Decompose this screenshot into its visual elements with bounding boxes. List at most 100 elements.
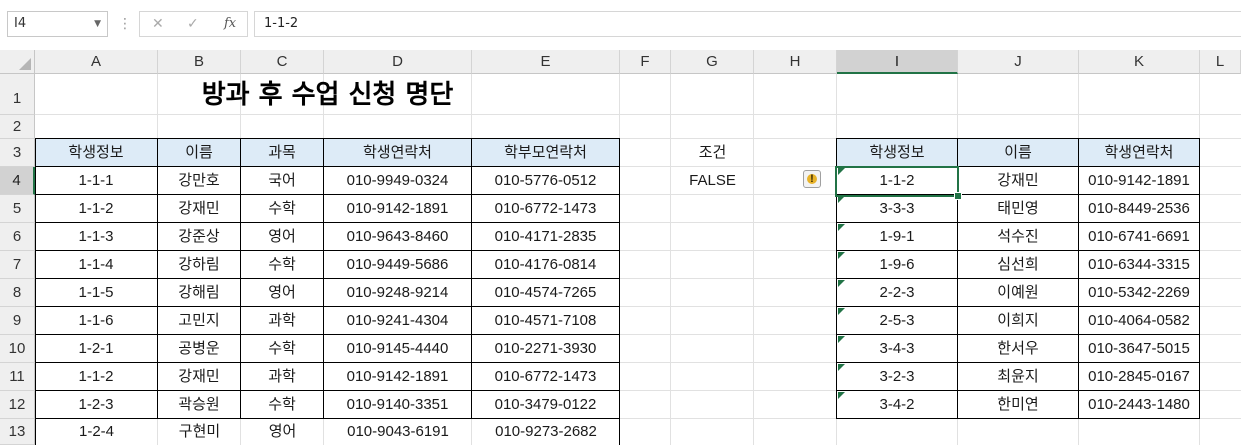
row-header-1[interactable]: 1	[0, 74, 35, 115]
main-table-cell[interactable]: 강해림	[158, 279, 241, 307]
main-table-cell[interactable]: 1-1-3	[35, 223, 158, 251]
column-header-a[interactable]: A	[35, 50, 158, 74]
main-table-cell[interactable]: 010-5776-0512	[472, 167, 620, 195]
main-table-cell[interactable]: 강준상	[158, 223, 241, 251]
formula-input[interactable]: 1-1-2	[254, 11, 1241, 37]
main-table-cell[interactable]: 010-9140-3351	[324, 391, 472, 419]
main-table-cell[interactable]: 수학	[241, 195, 324, 223]
result-table-cell[interactable]: 3-4-2	[837, 391, 958, 419]
main-table-cell[interactable]: 010-9949-0324	[324, 167, 472, 195]
main-table-cell[interactable]: 과학	[241, 363, 324, 391]
row-header-11[interactable]: 11	[0, 363, 35, 391]
main-table-cell[interactable]: 수학	[241, 251, 324, 279]
row-header-10[interactable]: 10	[0, 335, 35, 363]
warning-icon[interactable]: !	[803, 170, 821, 188]
main-table-header[interactable]: 학생정보	[35, 139, 158, 167]
result-table-header[interactable]: 이름	[958, 139, 1079, 167]
column-header-k[interactable]: K	[1079, 50, 1200, 74]
result-table-cell[interactable]: 1-9-1	[837, 223, 958, 251]
main-table-cell[interactable]: 곽승원	[158, 391, 241, 419]
main-table-cell[interactable]: 010-4176-0814	[472, 251, 620, 279]
main-table-cell[interactable]: 010-6772-1473	[472, 195, 620, 223]
main-table-cell[interactable]: 010-9145-4440	[324, 335, 472, 363]
result-table-cell[interactable]: 석수진	[958, 223, 1079, 251]
main-table-cell[interactable]: 010-3479-0122	[472, 391, 620, 419]
select-all-button[interactable]	[0, 50, 35, 74]
main-table-header[interactable]: 과목	[241, 139, 324, 167]
error-indicator-icon[interactable]	[838, 392, 845, 399]
error-indicator-icon[interactable]	[838, 252, 845, 259]
main-table-cell[interactable]: 010-6772-1473	[472, 363, 620, 391]
main-table-cell[interactable]: 010-9273-2682	[472, 419, 620, 445]
error-indicator-icon[interactable]	[838, 196, 845, 203]
error-indicator-icon[interactable]	[838, 308, 845, 315]
result-table-cell[interactable]: 2-5-3	[837, 307, 958, 335]
result-table-cell[interactable]: 010-2845-0167	[1079, 363, 1200, 391]
main-table-cell[interactable]: 010-9248-9214	[324, 279, 472, 307]
main-table-cell[interactable]: 강재민	[158, 195, 241, 223]
main-table-cell[interactable]: 1-2-1	[35, 335, 158, 363]
main-table-cell[interactable]: 010-9643-8460	[324, 223, 472, 251]
condition-label[interactable]: 조건	[671, 139, 754, 167]
main-table-cell[interactable]: 1-1-1	[35, 167, 158, 195]
main-table-cell[interactable]: 구현미	[158, 419, 241, 445]
main-table-cell[interactable]: 1-2-4	[35, 419, 158, 445]
result-table-cell[interactable]: 010-4064-0582	[1079, 307, 1200, 335]
column-header-d[interactable]: D	[324, 50, 472, 74]
result-table-cell[interactable]: 3-2-3	[837, 363, 958, 391]
result-table-cell[interactable]: 010-6741-6691	[1079, 223, 1200, 251]
row-header-4[interactable]: 4	[0, 167, 35, 195]
main-table-cell[interactable]: 영어	[241, 223, 324, 251]
result-table-cell[interactable]: 010-2443-1480	[1079, 391, 1200, 419]
active-cell-selection[interactable]	[835, 166, 959, 197]
result-table-cell[interactable]: 이예원	[958, 279, 1079, 307]
main-table-cell[interactable]: 010-9142-1891	[324, 363, 472, 391]
column-header-f[interactable]: F	[620, 50, 671, 74]
main-table-cell[interactable]: 수학	[241, 391, 324, 419]
result-table-cell[interactable]: 2-2-3	[837, 279, 958, 307]
insert-function-icon[interactable]: fx	[224, 12, 236, 36]
row-header-2[interactable]: 2	[0, 115, 35, 139]
result-table-cell[interactable]: 한미연	[958, 391, 1079, 419]
result-table-cell[interactable]: 태민영	[958, 195, 1079, 223]
column-header-l[interactable]: L	[1200, 50, 1241, 74]
main-table-cell[interactable]: 1-1-4	[35, 251, 158, 279]
main-table-cell[interactable]: 010-9142-1891	[324, 195, 472, 223]
result-table-cell[interactable]: 이희지	[958, 307, 1079, 335]
main-table-cell[interactable]: 국어	[241, 167, 324, 195]
main-table-cell[interactable]: 010-4571-7108	[472, 307, 620, 335]
result-table-cell[interactable]: 1-9-6	[837, 251, 958, 279]
row-header-5[interactable]: 5	[0, 195, 35, 223]
main-table-cell[interactable]: 영어	[241, 279, 324, 307]
result-table-cell[interactable]: 3-3-3	[837, 195, 958, 223]
column-header-j[interactable]: J	[958, 50, 1079, 74]
result-table-cell[interactable]: 010-8449-2536	[1079, 195, 1200, 223]
main-table-cell[interactable]: 강하림	[158, 251, 241, 279]
main-table-header[interactable]: 이름	[158, 139, 241, 167]
row-header-7[interactable]: 7	[0, 251, 35, 279]
name-box-dropdown-icon[interactable]: ▼	[94, 12, 101, 36]
row-header-9[interactable]: 9	[0, 307, 35, 335]
result-table-cell[interactable]: 최윤지	[958, 363, 1079, 391]
column-header-g[interactable]: G	[671, 50, 754, 74]
main-table-cell[interactable]: 1-1-6	[35, 307, 158, 335]
result-table-cell[interactable]: 010-6344-3315	[1079, 251, 1200, 279]
column-header-e[interactable]: E	[472, 50, 620, 74]
main-table-cell[interactable]: 고민지	[158, 307, 241, 335]
error-indicator-icon[interactable]	[838, 280, 845, 287]
more-options-icon[interactable]: ⋮	[118, 11, 132, 37]
cancel-icon[interactable]: ✕	[152, 12, 164, 36]
error-indicator-icon[interactable]	[838, 224, 845, 231]
confirm-icon[interactable]: ✓	[187, 12, 199, 36]
main-table-cell[interactable]: 수학	[241, 335, 324, 363]
main-table-cell[interactable]: 공병운	[158, 335, 241, 363]
fill-handle[interactable]	[954, 192, 962, 200]
column-header-c[interactable]: C	[241, 50, 324, 74]
main-table-header[interactable]: 학생연락처	[324, 139, 472, 167]
result-table-cell[interactable]: 010-3647-5015	[1079, 335, 1200, 363]
condition-value[interactable]: FALSE	[671, 167, 754, 195]
result-table-cell[interactable]: 010-9142-1891	[1079, 167, 1200, 195]
result-table-cell[interactable]: 심선희	[958, 251, 1079, 279]
result-table-cell[interactable]: 3-4-3	[837, 335, 958, 363]
result-table-cell[interactable]: 강재민	[958, 167, 1079, 195]
